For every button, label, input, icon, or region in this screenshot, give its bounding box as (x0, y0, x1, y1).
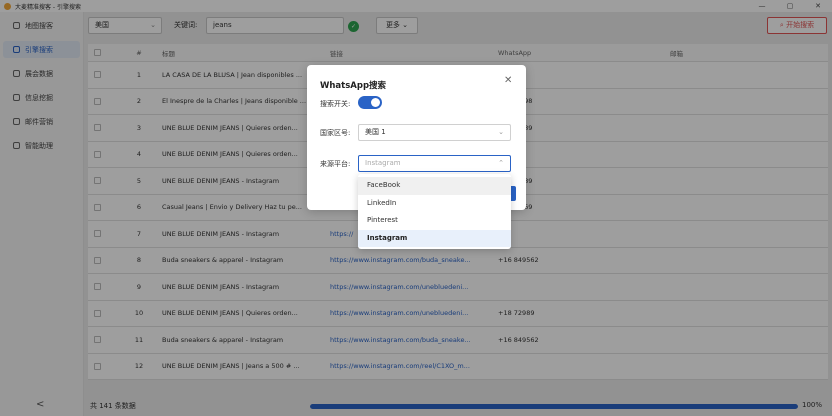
country-code-value: 美国 1 (365, 128, 386, 136)
source-platform-label: 来源平台: (320, 160, 351, 168)
country-code-select[interactable]: 美国 1 ⌄ (358, 124, 511, 141)
chevron-up-icon: ⌃ (498, 159, 504, 167)
chevron-down-icon: ⌄ (498, 128, 504, 136)
platform-option-facebook[interactable]: FaceBook (358, 177, 511, 195)
platform-option-linkedin[interactable]: LinkedIn (358, 195, 511, 213)
country-code-label: 国家区号: (320, 129, 351, 137)
close-icon[interactable]: ✕ (504, 75, 512, 86)
search-switch-toggle[interactable] (358, 96, 382, 109)
dialog-title: WhatsApp搜索 (320, 81, 387, 91)
toggle-knob (371, 98, 380, 107)
source-platform-select[interactable]: Instagram ⌃ (358, 155, 511, 172)
platform-option-instagram[interactable]: Instagram (358, 229, 511, 247)
source-platform-placeholder: Instagram (365, 159, 401, 167)
search-switch-label: 搜索开关: (320, 100, 351, 108)
platform-dropdown: FaceBook LinkedIn Pinterest Instagram (358, 174, 511, 249)
platform-option-pinterest[interactable]: Pinterest (358, 212, 511, 230)
